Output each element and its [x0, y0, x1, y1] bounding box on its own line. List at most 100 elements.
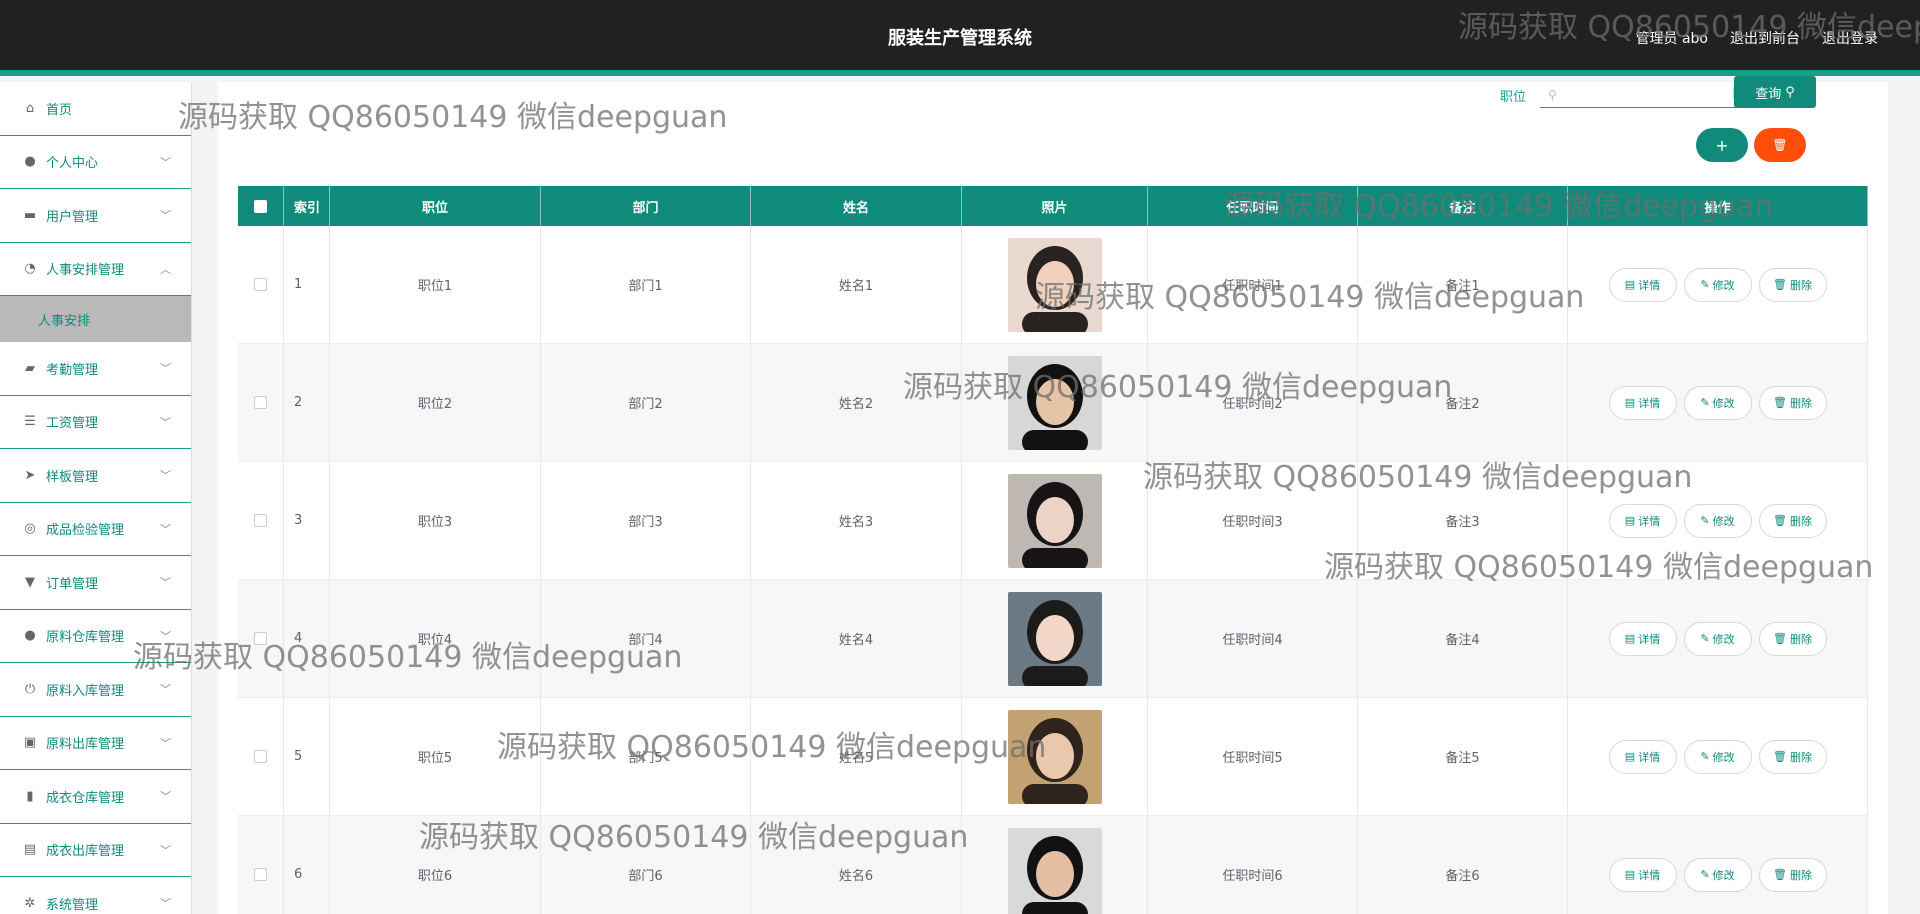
detail-label: 详情 — [1638, 632, 1661, 646]
delete-button[interactable]: 🗑 删除 — [1758, 267, 1827, 302]
sidebar-item-material-out[interactable]: ▣ 原料出库管理 ﹀ — [0, 717, 191, 770]
col-position: 职位 — [330, 186, 541, 226]
col-department: 部门 — [541, 186, 751, 226]
sidebar-item-label: 个人中心 — [46, 156, 99, 172]
sidebar-item-material-in[interactable]: ⏻ 原料入库管理 ﹀ — [0, 663, 191, 717]
sidebar-item-garment-out[interactable]: ▤ 成衣出库管理 ﹀ — [0, 824, 191, 877]
cell-position: 职位3 — [330, 462, 541, 579]
edit-button[interactable]: ✎ 修改 — [1683, 267, 1752, 302]
col-photo: 照片 — [962, 186, 1148, 226]
trash-icon: 🗑 — [1772, 138, 1788, 152]
query-button[interactable]: 查询 ⚲ — [1734, 76, 1816, 108]
table-body: 1 职位1 部门1 姓名1 任职时间1 备注1 ▤ 详情 ✎ 修改 🗑 删除 2 职位… — [238, 226, 1868, 914]
table-row: 1 职位1 部门1 姓名1 任职时间1 备注1 ▤ 详情 ✎ 修改 🗑 删除 — [238, 226, 1868, 344]
table-row: 4 职位4 部门4 姓名4 任职时间4 备注4 ▤ 详情 ✎ 修改 🗑 删除 — [238, 580, 1868, 698]
edit-label: 修改 — [1712, 750, 1735, 764]
edit-label: 修改 — [1712, 278, 1735, 292]
cell-position: 职位4 — [330, 580, 541, 697]
person-photo — [1007, 473, 1102, 568]
cell-note: 备注5 — [1358, 698, 1568, 815]
delete-button[interactable]: 🗑 删除 — [1758, 857, 1827, 892]
search-icon: ⚲ — [1548, 87, 1557, 102]
sidebar-item-material-warehouse[interactable]: ● 原料仓库管理 ﹀ — [0, 610, 191, 663]
cell-note: 备注3 — [1358, 462, 1568, 579]
chevron-down-icon: ﹀ — [160, 469, 171, 483]
cell-time: 任职时间3 — [1148, 462, 1358, 579]
sidebar-item-attendance[interactable]: ▰ 考勤管理 ﹀ — [0, 342, 191, 396]
cell-department: 部门3 — [541, 462, 751, 579]
detail-label: 详情 — [1638, 396, 1661, 410]
person-photo — [1007, 591, 1102, 686]
cell-name: 姓名2 — [751, 344, 962, 461]
detail-button[interactable]: ▤ 详情 — [1608, 503, 1677, 538]
add-button[interactable]: + — [1696, 128, 1748, 162]
cell-position: 职位5 — [330, 698, 541, 815]
sidebar-item-profile[interactable]: ● 个人中心 ﹀ — [0, 136, 191, 189]
row-checkbox[interactable] — [254, 868, 267, 881]
position-search-input[interactable]: ⚲ 职位 — [1540, 82, 1764, 108]
col-note: 备注 — [1358, 186, 1568, 226]
pencil-icon: ✎ — [1700, 868, 1710, 881]
sidebar-item-orders[interactable]: ▼ 订单管理 ﹀ — [0, 556, 191, 610]
gear-icon: ✲ — [24, 895, 36, 911]
cell-time: 任职时间5 — [1148, 698, 1358, 815]
sidebar-item-garment-warehouse[interactable]: ▮ 成衣仓库管理 ﹀ — [0, 770, 191, 824]
cell-time: 任职时间6 — [1148, 816, 1358, 914]
sidebar-item-salary[interactable]: ☰ 工资管理 ﹀ — [0, 396, 191, 449]
delete-label: 删除 — [1789, 632, 1812, 646]
sidebar-item-label: 工资管理 — [46, 416, 99, 432]
sidebar-item-inspection[interactable]: ◎ 成品检验管理 ﹀ — [0, 503, 191, 556]
cell-position: 职位2 — [330, 344, 541, 461]
user-icon: ● — [24, 628, 36, 644]
detail-button[interactable]: ▤ 详情 — [1608, 621, 1677, 656]
sidebar-item-label: 用户管理 — [46, 209, 99, 225]
delete-label: 删除 — [1789, 514, 1812, 528]
pencil-icon: ✎ — [1700, 750, 1710, 763]
row-checkbox[interactable] — [254, 514, 267, 527]
row-checkbox[interactable] — [254, 396, 267, 409]
cell-time: 任职时间1 — [1148, 226, 1358, 343]
edit-button[interactable]: ✎ 修改 — [1683, 857, 1752, 892]
row-checkbox[interactable] — [254, 750, 267, 763]
edit-button[interactable]: ✎ 修改 — [1683, 385, 1752, 420]
sidebar-item-hr[interactable]: ◔ 人事安排管理 ︿ — [0, 243, 191, 296]
row-checkbox[interactable] — [254, 632, 267, 645]
table-header: 索引 职位 部门 姓名 照片 任职时间 备注 操作 — [238, 186, 1868, 226]
detail-button[interactable]: ▤ 详情 — [1608, 857, 1677, 892]
chat-icon: ▰ — [25, 360, 35, 376]
sidebar-subitem-hr-arrange[interactable]: 人事安排 — [0, 296, 191, 342]
delete-button[interactable]: 🗑 删除 — [1758, 739, 1827, 774]
delete-button[interactable]: 🗑 删除 — [1758, 621, 1827, 656]
sidebar-item-home[interactable]: ⌂ 首页 — [0, 82, 191, 136]
edit-button[interactable]: ✎ 修改 — [1683, 503, 1752, 538]
cell-name: 姓名6 — [751, 816, 962, 914]
detail-button[interactable]: ▤ 详情 — [1608, 385, 1677, 420]
edit-button[interactable]: ✎ 修改 — [1683, 739, 1752, 774]
edit-label: 修改 — [1712, 396, 1735, 410]
gauge-icon: ◔ — [24, 261, 36, 277]
sidebar-item-label: 样板管理 — [46, 469, 99, 485]
delete-button[interactable]: 🗑 删除 — [1758, 503, 1827, 538]
chevron-down-icon: ﹀ — [160, 209, 171, 223]
detail-button[interactable]: ▤ 详情 — [1608, 267, 1677, 302]
edit-button[interactable]: ✎ 修改 — [1683, 621, 1752, 656]
cell-position: 职位1 — [330, 226, 541, 343]
sidebar-item-system[interactable]: ✲ 系统管理 ﹀ — [0, 877, 191, 914]
sidebar-item-sample[interactable]: ➤ 样板管理 ﹀ — [0, 449, 191, 503]
delete-button[interactable]: 🗑 删除 — [1758, 385, 1827, 420]
cell-position: 职位6 — [330, 816, 541, 914]
sidebar-item-users[interactable]: ▬ 用户管理 ﹀ — [0, 189, 191, 243]
detail-button[interactable]: ▤ 详情 — [1608, 739, 1677, 774]
delete-label: 删除 — [1789, 868, 1812, 882]
chevron-down-icon: ﹀ — [160, 522, 171, 536]
person-photo — [1007, 827, 1102, 914]
top-bar: 服装生产管理系统 管理员 abo 退出到前台 退出登录 — [0, 0, 1920, 76]
row-checkbox[interactable] — [254, 278, 267, 291]
batch-delete-button[interactable]: 🗑 — [1754, 128, 1806, 162]
edit-label: 修改 — [1712, 514, 1735, 528]
logout-link[interactable]: 退出登录 — [1822, 28, 1878, 48]
select-all-checkbox[interactable] — [254, 199, 267, 213]
to-front-link[interactable]: 退出到前台 — [1730, 28, 1800, 48]
cell-index: 5 — [284, 698, 330, 815]
chevron-down-icon: ﹀ — [160, 790, 171, 804]
